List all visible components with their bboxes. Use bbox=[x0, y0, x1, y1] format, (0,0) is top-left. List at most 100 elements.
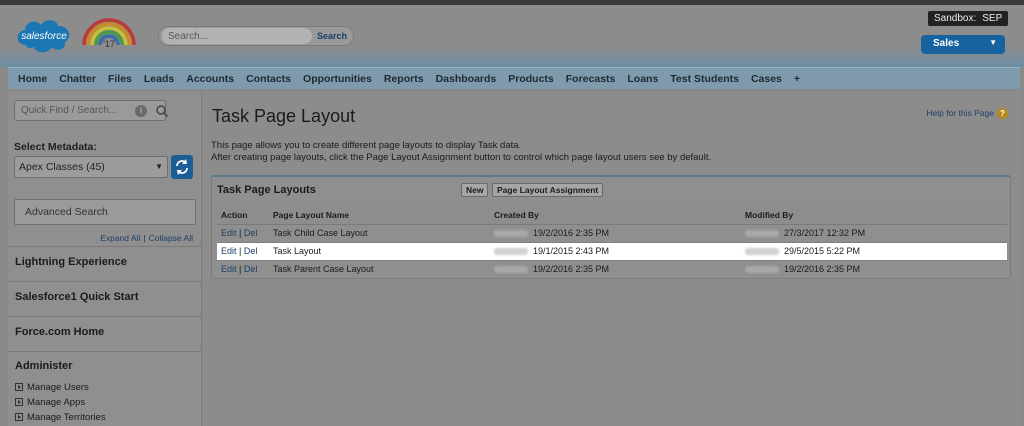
redacted-user bbox=[745, 266, 779, 274]
sidebar-item-manage-territories[interactable]: Manage Territories bbox=[15, 412, 106, 423]
del-link[interactable]: Del bbox=[244, 228, 258, 238]
created-date: 19/2/2016 2:35 PM bbox=[533, 228, 610, 238]
tab-add-plus[interactable]: + bbox=[788, 73, 806, 85]
action-cell: Edit | Del bbox=[217, 242, 269, 261]
salesforce-logo-icon[interactable]: salesforce bbox=[12, 13, 76, 57]
tab-loans[interactable]: Loans bbox=[621, 73, 664, 85]
redacted-user bbox=[494, 266, 528, 274]
page-description: This page allows you to create different… bbox=[211, 140, 711, 164]
sidebar-item-label: Manage Users bbox=[27, 382, 89, 393]
metadata-select-value: Apex Classes (45) bbox=[19, 161, 105, 173]
modified-by-cell: 29/5/2015 5:22 PM bbox=[741, 242, 1007, 261]
table-row-highlighted: Edit | Del Task Layout 19/1/2015 2:43 PM… bbox=[217, 242, 1007, 261]
edit-link[interactable]: Edit bbox=[221, 246, 237, 256]
col-modified-by: Modified By bbox=[741, 206, 1007, 225]
tab-cases[interactable]: Cases bbox=[745, 73, 788, 85]
rainbow-badge-text: '17 bbox=[103, 39, 115, 49]
col-page-layout-name: Page Layout Name bbox=[269, 206, 490, 225]
select-metadata-label: Select Metadata: bbox=[14, 141, 97, 153]
description-line-2: After creating page layouts, click the P… bbox=[211, 152, 712, 163]
metadata-select[interactable]: Apex Classes (45) ▼ bbox=[14, 156, 168, 178]
action-cell: Edit | Del bbox=[217, 260, 269, 279]
tab-chatter[interactable]: Chatter bbox=[53, 73, 102, 85]
rainbow-17-icon: '17 bbox=[82, 18, 136, 49]
modified-by-cell: 19/2/2016 2:35 PM bbox=[741, 260, 1007, 279]
sidebar: i Select Metadata: Apex Classes (45) ▼ A… bbox=[8, 92, 202, 426]
sandbox-badge: Sandbox: SEP bbox=[928, 11, 1009, 26]
modified-date: 29/5/2015 5:22 PM bbox=[784, 246, 861, 256]
quick-find: i bbox=[14, 100, 169, 121]
help-link[interactable]: Help for this Page? bbox=[926, 108, 1008, 119]
expand-all-link[interactable]: Expand All bbox=[100, 233, 140, 243]
layout-name[interactable]: Task Parent Case Layout bbox=[269, 260, 490, 279]
advanced-search-button[interactable]: Advanced Search bbox=[14, 199, 196, 225]
tab-files[interactable]: Files bbox=[102, 73, 138, 85]
collapse-all-link[interactable]: Collapse All bbox=[149, 233, 193, 243]
tab-leads[interactable]: Leads bbox=[138, 73, 180, 85]
layout-name[interactable]: Task Child Case Layout bbox=[269, 224, 490, 243]
search-input[interactable] bbox=[162, 28, 312, 44]
page-layout-assignment-button[interactable]: Page Layout Assignment bbox=[492, 183, 604, 197]
created-date: 19/1/2015 2:43 PM bbox=[533, 246, 610, 256]
search-button[interactable]: Search bbox=[313, 28, 351, 44]
sidebar-item-label: Manage Territories bbox=[27, 412, 106, 423]
tab-test-students[interactable]: Test Students bbox=[664, 73, 745, 85]
header: salesforce '17 Search Sandbox: SEP Sales … bbox=[0, 5, 1024, 67]
del-link[interactable]: Del bbox=[244, 264, 258, 274]
redacted-user bbox=[494, 230, 528, 238]
redacted-user bbox=[745, 248, 779, 256]
administer-title[interactable]: Administer bbox=[15, 360, 72, 372]
tab-opportunities[interactable]: Opportunities bbox=[297, 73, 378, 85]
description-line-1: This page allows you to create different… bbox=[211, 140, 522, 151]
del-link[interactable]: Del bbox=[244, 246, 258, 256]
edit-link[interactable]: Edit bbox=[221, 228, 237, 238]
sidebar-section-forcecom-home[interactable]: Force.com Home bbox=[8, 316, 202, 351]
sidebar-item-manage-users[interactable]: Manage Users bbox=[15, 382, 89, 393]
tab-accounts[interactable]: Accounts bbox=[180, 73, 240, 85]
created-by-cell: 19/1/2015 2:43 PM bbox=[490, 242, 741, 261]
layout-name[interactable]: Task Layout bbox=[269, 242, 490, 261]
created-date: 19/2/2016 2:35 PM bbox=[533, 264, 610, 274]
help-icon: ? bbox=[997, 108, 1008, 119]
col-created-by: Created By bbox=[490, 206, 741, 225]
new-button[interactable]: New bbox=[461, 183, 489, 197]
tab-reports[interactable]: Reports bbox=[378, 73, 430, 85]
tab-contacts[interactable]: Contacts bbox=[240, 73, 297, 85]
created-by-cell: 19/2/2016 2:35 PM bbox=[490, 260, 741, 279]
sidebar-item-manage-apps[interactable]: Manage Apps bbox=[15, 397, 85, 408]
table-header-row: Action Page Layout Name Created By Modif… bbox=[217, 206, 1007, 225]
redacted-user bbox=[494, 248, 528, 256]
app-switcher[interactable]: Sales ▼ bbox=[921, 35, 1005, 54]
chevron-down-icon: ▼ bbox=[155, 162, 163, 171]
created-by-cell: 19/2/2016 2:35 PM bbox=[490, 224, 741, 243]
tab-home[interactable]: Home bbox=[12, 73, 53, 85]
chevron-down-icon: ▼ bbox=[989, 38, 997, 47]
modified-date: 19/2/2016 2:35 PM bbox=[784, 264, 861, 274]
logo-text: salesforce bbox=[21, 31, 67, 42]
redacted-user bbox=[745, 230, 779, 238]
table-row: Edit | Del Task Child Case Layout 19/2/2… bbox=[217, 224, 1007, 243]
expand-arrow-icon bbox=[15, 398, 23, 406]
main-content: Task Page Layout Help for this Page? Thi… bbox=[203, 92, 1020, 426]
table-row: Edit | Del Task Parent Case Layout 19/2/… bbox=[217, 260, 1007, 279]
panel-title: Task Page Layouts bbox=[217, 184, 316, 196]
action-cell: Edit | Del bbox=[217, 224, 269, 243]
info-icon[interactable]: i bbox=[135, 105, 147, 117]
modified-date: 27/3/2017 12:32 PM bbox=[784, 228, 866, 238]
tab-bar: Home Chatter Files Leads Accounts Contac… bbox=[8, 67, 1020, 89]
sidebar-section-lightning[interactable]: Lightning Experience bbox=[8, 246, 202, 281]
global-search: Search bbox=[158, 26, 354, 46]
sidebar-section-sf1-quickstart[interactable]: Salesforce1 Quick Start bbox=[8, 281, 202, 316]
sidebar-item-label: Manage Apps bbox=[27, 397, 86, 408]
tab-products[interactable]: Products bbox=[502, 73, 560, 85]
search-icon[interactable] bbox=[155, 104, 169, 118]
expand-arrow-icon bbox=[15, 413, 23, 421]
edit-link[interactable]: Edit bbox=[221, 264, 237, 274]
expand-arrow-icon bbox=[15, 383, 23, 391]
tab-dashboards[interactable]: Dashboards bbox=[430, 73, 503, 85]
col-action: Action bbox=[217, 206, 269, 225]
tab-forecasts[interactable]: Forecasts bbox=[560, 73, 622, 85]
divider: | bbox=[143, 233, 146, 243]
expand-collapse: Expand All | Collapse All bbox=[100, 233, 193, 243]
refresh-icon[interactable] bbox=[171, 155, 193, 179]
